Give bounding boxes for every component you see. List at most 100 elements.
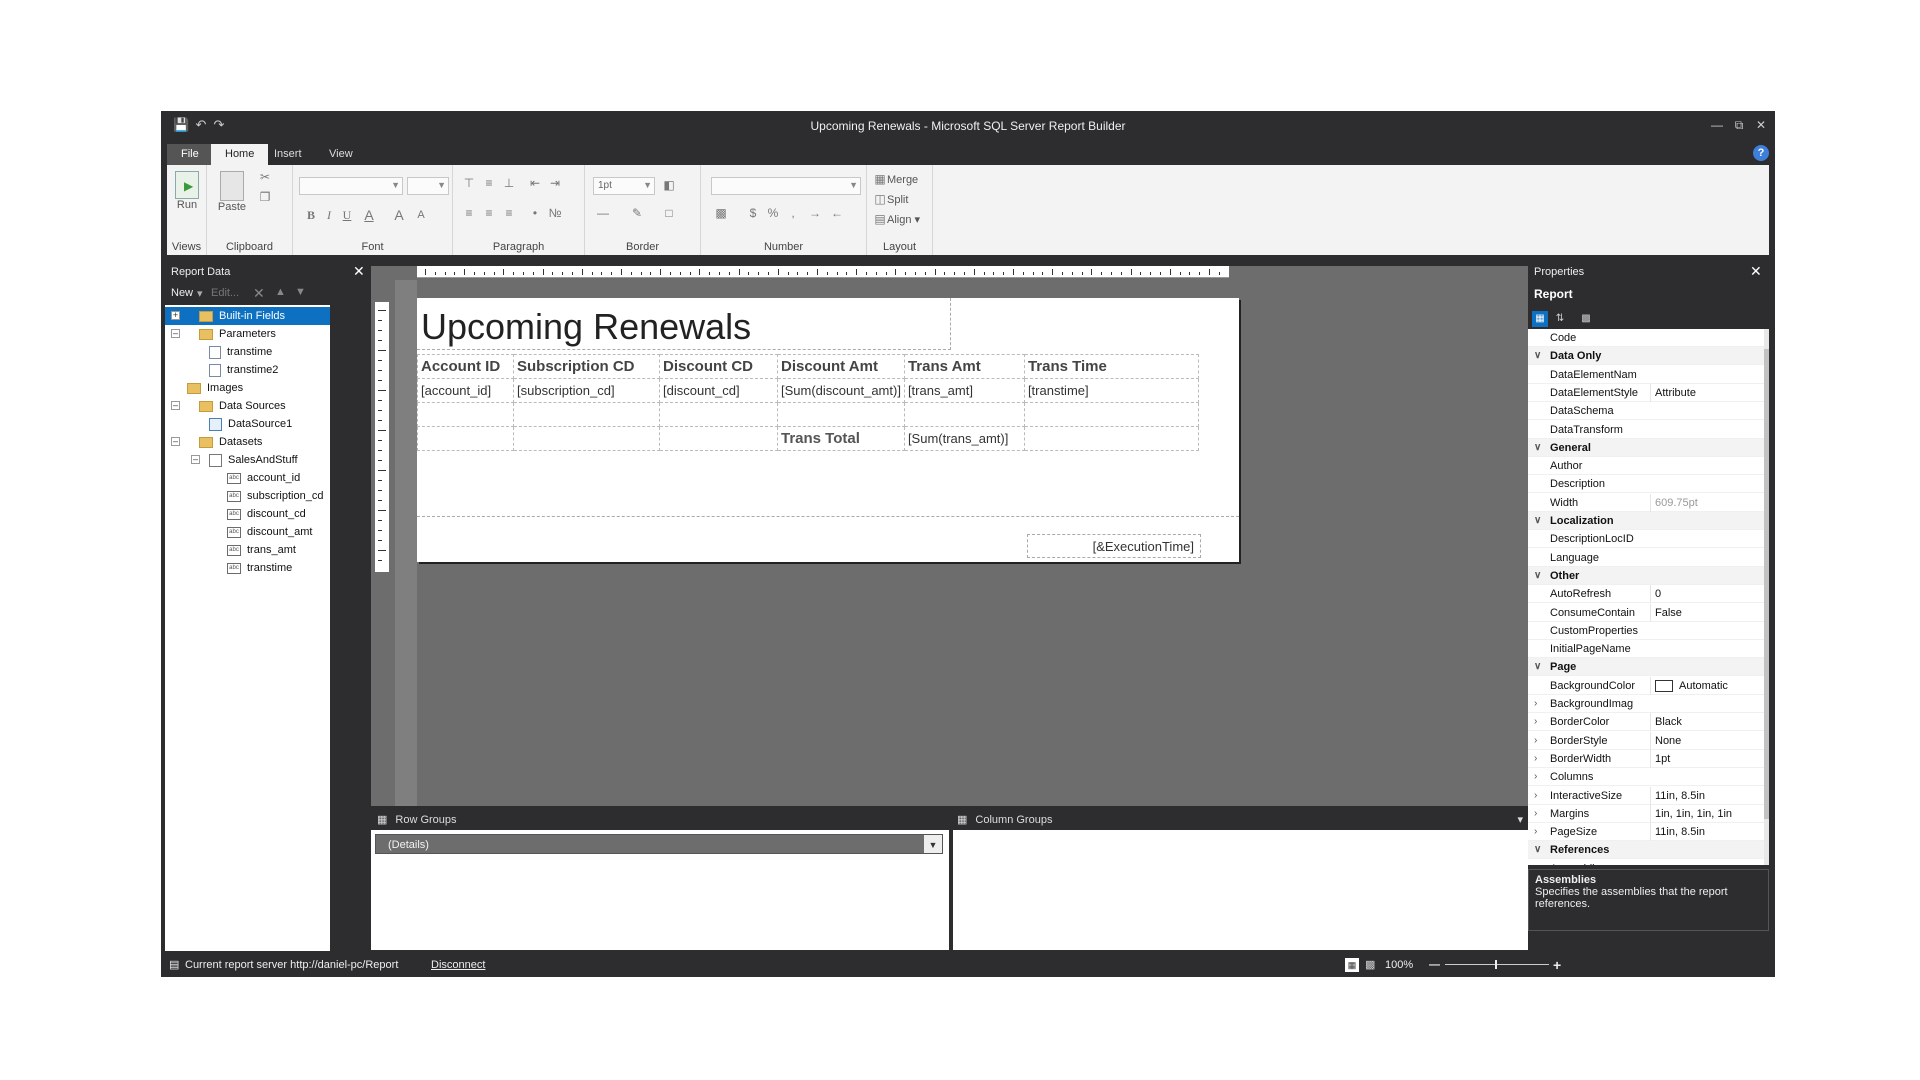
number-list-icon[interactable]: № [547, 205, 563, 221]
property-row[interactable]: Author [1528, 457, 1764, 476]
tree-param-transtime[interactable]: transtime [165, 343, 272, 361]
header-cell[interactable]: Trans Time [1023, 354, 1199, 379]
property-row[interactable]: Assemblies [1528, 860, 1764, 865]
tree-field[interactable]: abc account_id [165, 469, 300, 487]
collapse-icon[interactable]: – [191, 455, 200, 464]
empty-cell[interactable] [1023, 402, 1199, 427]
header-cell[interactable]: Discount Amt [777, 354, 905, 379]
empty-cell[interactable] [417, 402, 514, 427]
tree-dataset-salesandstuff[interactable]: – SalesAndStuff [165, 451, 298, 469]
shrink-font-icon[interactable]: A [413, 207, 429, 223]
font-size-combo[interactable]: ▼ [407, 177, 449, 195]
zoom-out-icon[interactable]: — [1429, 953, 1440, 977]
chevron-down-icon[interactable]: ∨ [1534, 347, 1541, 365]
decrease-indent-icon[interactable]: ⇤ [527, 175, 543, 191]
empty-cell[interactable] [659, 402, 778, 427]
new-button[interactable]: New [171, 287, 193, 299]
delete-icon[interactable]: ✕ [253, 285, 265, 302]
increase-decimal-icon[interactable]: → [807, 205, 823, 221]
placeholder-icon[interactable]: ▩ [713, 205, 729, 221]
run-button[interactable]: ▶ Run [173, 171, 201, 211]
borders-icon[interactable]: □ [661, 205, 677, 221]
report-title[interactable]: Upcoming Renewals [421, 306, 751, 348]
collapse-icon[interactable]: – [171, 437, 180, 446]
font-color-icon[interactable]: A [361, 207, 377, 223]
paste-button[interactable]: Paste [215, 171, 249, 213]
zoom-slider[interactable] [1445, 964, 1549, 965]
property-category[interactable]: ∨ Localization [1528, 512, 1764, 530]
design-surface[interactable]: Upcoming Renewals Account ID Subscriptio… [371, 266, 1531, 806]
chevron-right-icon[interactable]: › [1534, 750, 1537, 768]
chevron-down-icon[interactable]: ▾ [1517, 810, 1523, 830]
tree-parameters[interactable]: – Parameters [165, 325, 276, 343]
property-value[interactable]: 11in, 8.5in [1650, 823, 1764, 842]
chevron-right-icon[interactable]: › [1534, 768, 1537, 786]
align-left-icon[interactable]: ≡ [461, 205, 477, 221]
border-width-combo[interactable]: 1pt ▼ [593, 177, 655, 195]
property-value[interactable]: 0 [1650, 585, 1764, 604]
close-properties-icon[interactable]: ✕ [1750, 263, 1762, 279]
chevron-down-icon[interactable]: ∨ [1534, 841, 1541, 859]
minimize-button[interactable]: — [1707, 117, 1727, 133]
detail-cell[interactable]: [Sum(discount_amt)] [777, 378, 905, 403]
chevron-right-icon[interactable]: › [1534, 695, 1537, 713]
empty-cell[interactable] [777, 402, 905, 427]
tree-param-transtime2[interactable]: transtime2 [165, 361, 278, 379]
tab-view[interactable]: View [315, 144, 367, 165]
property-row[interactable]: Language [1528, 549, 1764, 567]
empty-cell[interactable] [513, 402, 660, 427]
copy-icon[interactable]: ❐ [257, 189, 273, 205]
property-row[interactable]: DescriptionLocID [1528, 530, 1764, 549]
zoom-slider-thumb[interactable] [1495, 960, 1497, 969]
comma-icon[interactable]: , [785, 205, 801, 221]
chevron-right-icon[interactable]: › [1534, 805, 1537, 823]
scrollbar-thumb[interactable] [1764, 349, 1769, 819]
detail-cell[interactable]: [transtime] [1023, 378, 1199, 403]
detail-cell[interactable]: [account_id] [417, 378, 514, 403]
currency-icon[interactable]: $ [745, 205, 761, 221]
tree-datasource1[interactable]: DataSource1 [165, 415, 292, 433]
tree-field[interactable]: abc subscription_cd [165, 487, 323, 505]
close-report-data-icon[interactable]: ✕ [353, 263, 365, 279]
align-middle-icon[interactable]: ≡ [481, 175, 497, 191]
property-value[interactable]: Black [1650, 713, 1764, 732]
header-cell[interactable]: Subscription CD [513, 354, 660, 379]
property-row[interactable]: BackgroundColor Automatic [1528, 676, 1764, 695]
property-value[interactable]: 11in, 8.5in [1650, 786, 1764, 805]
total-label-cell[interactable]: Trans Total [777, 426, 905, 451]
property-row[interactable]: › Columns [1528, 768, 1764, 787]
property-row[interactable]: CustomProperties [1528, 622, 1764, 640]
detail-cell[interactable]: [trans_amt] [903, 378, 1025, 403]
property-row[interactable]: Width 609.75pt [1528, 493, 1764, 512]
align-bottom-icon[interactable]: ⊥ [501, 175, 517, 191]
cut-icon[interactable]: ✂ [257, 169, 273, 185]
empty-cell[interactable] [903, 402, 1025, 427]
detail-cell[interactable]: [subscription_cd] [513, 378, 660, 403]
empty-cell[interactable] [513, 426, 660, 451]
property-value[interactable]: Attribute [1650, 383, 1764, 402]
property-value[interactable]: 609.75pt [1650, 493, 1764, 512]
chevron-down-icon[interactable]: ∨ [1534, 567, 1541, 585]
collapse-icon[interactable]: – [171, 401, 180, 410]
property-pages-icon[interactable]: ▩ [1578, 311, 1594, 327]
property-row[interactable]: › Margins 1in, 1in, 1in, 1in [1528, 804, 1764, 823]
header-cell[interactable]: Account ID [417, 354, 514, 379]
tab-insert[interactable]: Insert [260, 144, 316, 165]
property-row[interactable]: Code [1528, 329, 1764, 347]
grow-font-icon[interactable]: A [391, 207, 407, 223]
preview-view-icon[interactable]: ▩ [1365, 953, 1375, 977]
number-format-combo[interactable]: ▼ [711, 177, 861, 195]
property-row[interactable]: AutoRefresh 0 [1528, 585, 1764, 604]
tree-field[interactable]: abc transtime [165, 559, 292, 577]
property-category[interactable]: ∨ General [1528, 438, 1764, 457]
tree-field[interactable]: abc discount_cd [165, 505, 306, 523]
tree-field[interactable]: abc discount_amt [165, 523, 312, 541]
categorized-icon[interactable]: ▦ [1532, 311, 1548, 327]
property-row[interactable]: › BackgroundImag [1528, 695, 1764, 713]
chevron-right-icon[interactable]: › [1534, 823, 1537, 841]
property-row[interactable]: › InteractiveSize 11in, 8.5in [1528, 786, 1764, 805]
italic-icon[interactable]: I [321, 207, 337, 223]
property-row[interactable]: DataSchema [1528, 402, 1764, 421]
border-color-icon[interactable]: ✎ [629, 205, 645, 221]
property-row[interactable]: › BorderColor Black [1528, 713, 1764, 732]
